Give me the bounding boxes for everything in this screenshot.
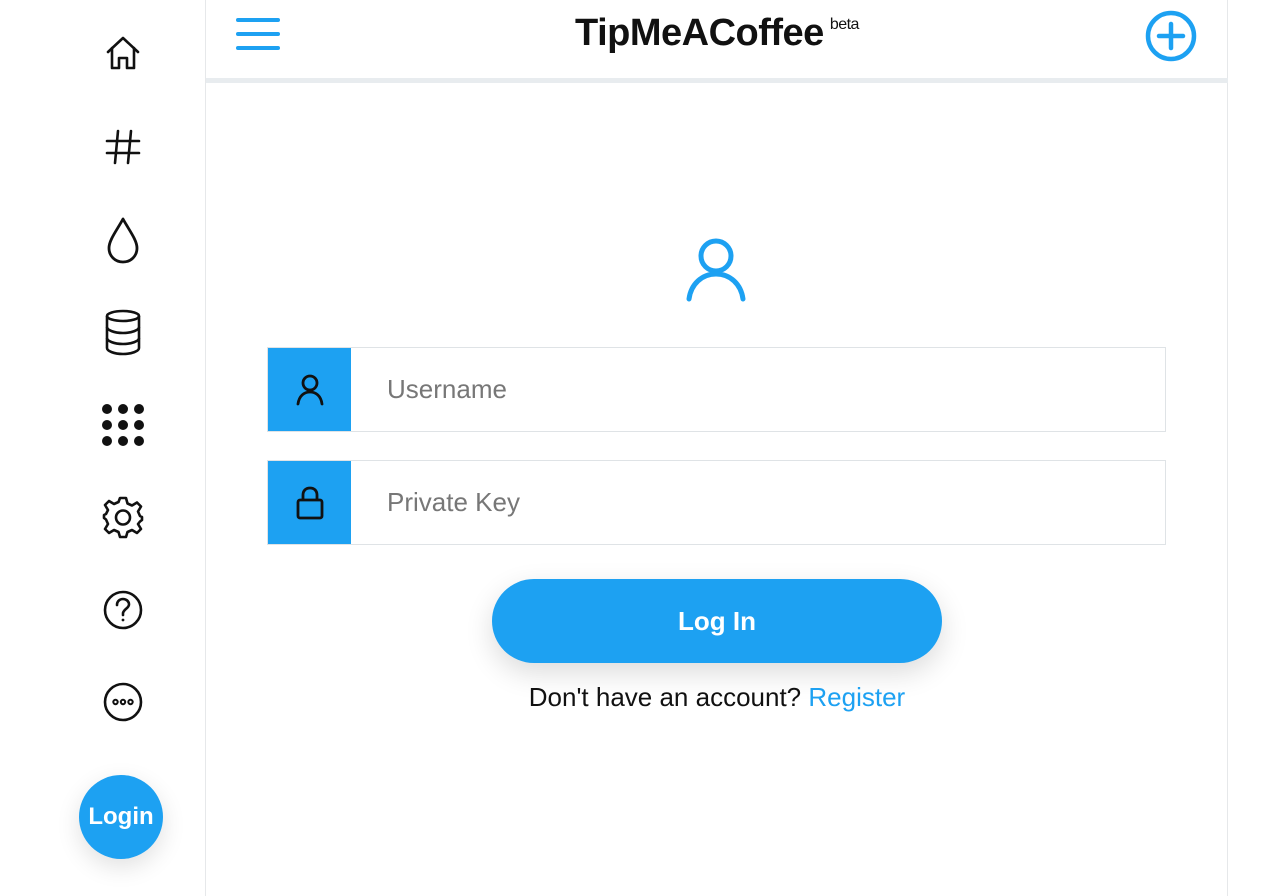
register-prompt: Don't have an account? Register [206,682,1228,713]
home-icon [106,36,140,70]
nav-home[interactable] [93,23,153,83]
private-key-input[interactable] [351,461,1165,544]
nav-drop[interactable] [93,210,153,270]
username-field [267,347,1166,432]
app-title-text: TipMeACoffee [575,12,824,54]
user-icon [296,374,323,405]
lock-icon [296,486,323,519]
database-icon [105,309,141,356]
add-post-button[interactable] [1143,8,1199,64]
dots-grid-icon [102,404,144,446]
register-link[interactable]: Register [808,682,905,712]
nav-help[interactable] [93,580,153,640]
register-prompt-text: Don't have an account? [528,682,802,712]
private-key-field [267,460,1166,545]
help-circle-icon [103,590,143,630]
nav-apps[interactable] [93,395,153,455]
beta-badge: beta [829,16,860,33]
sidebar-login-button[interactable]: Login [79,775,163,859]
gear-icon [102,496,144,539]
nav-more[interactable] [93,672,153,732]
plus-circle-icon [1145,10,1197,62]
top-bar: TipMeACoffee beta [206,0,1228,83]
hashtag-icon [105,129,141,165]
private-key-icon-box [268,461,351,544]
nav-database[interactable] [93,302,153,362]
page-title: TipMeACoffee beta [206,12,1228,55]
more-circle-icon [103,682,143,722]
login-submit-button[interactable]: Log In [492,579,942,663]
user-icon [686,238,746,302]
username-icon-box [268,348,351,431]
nav-tags[interactable] [93,117,153,177]
drop-icon [107,217,139,264]
sidebar: Login [0,0,206,896]
main-content: TipMeACoffee beta Username Log In Don't … [206,0,1228,896]
nav-settings[interactable] [93,487,153,547]
username-input[interactable] [351,348,1165,431]
